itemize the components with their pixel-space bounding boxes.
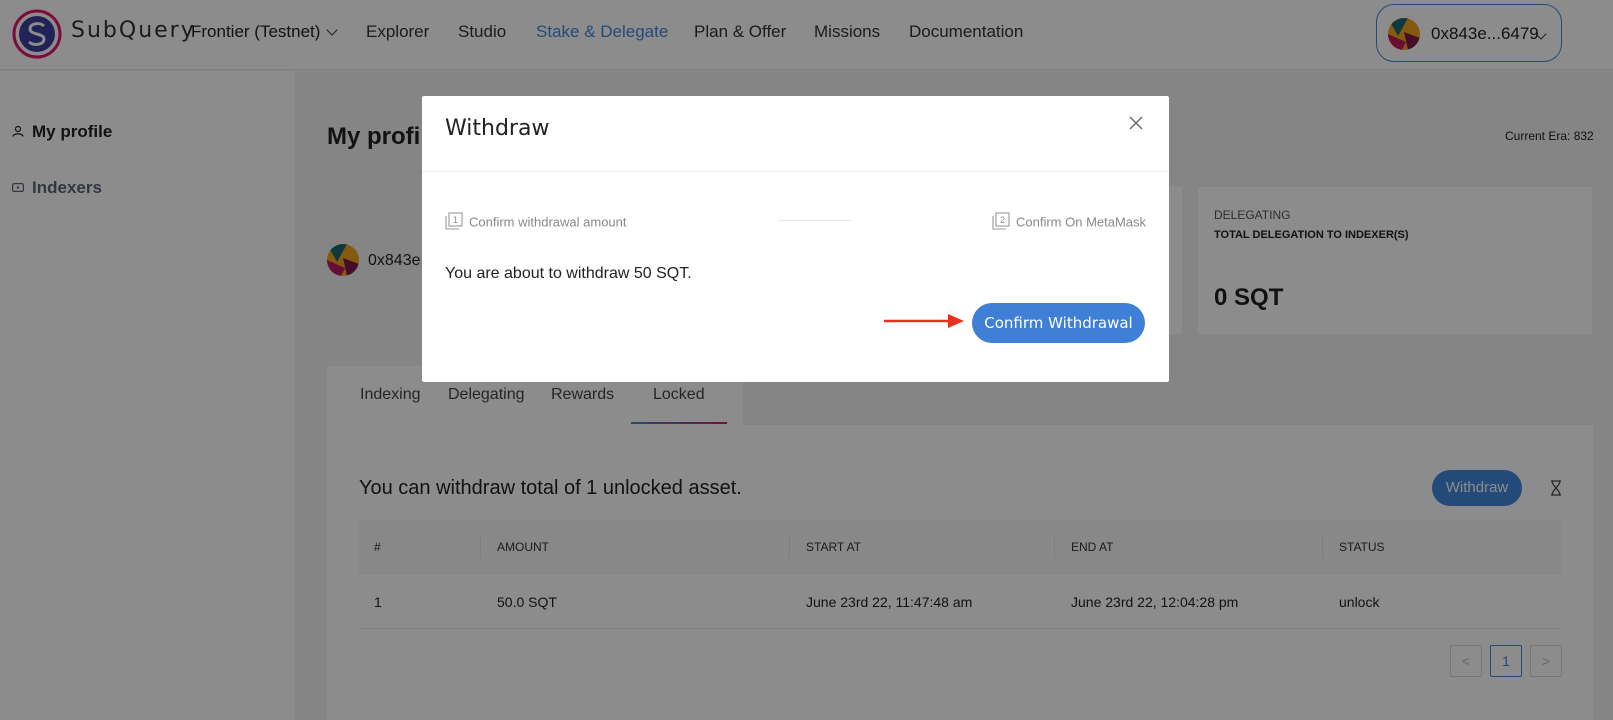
withdraw-modal: Withdraw 1 Confirm withdrawal amount 2 C…	[422, 96, 1169, 382]
confirm-withdrawal-button[interactable]: Confirm Withdrawal	[972, 303, 1145, 343]
step-2-icon: 2	[992, 212, 1010, 230]
arrow-right-icon	[884, 314, 964, 328]
modal-title: Withdraw	[445, 116, 550, 141]
step-connector	[779, 220, 851, 221]
step-1-number: 1	[453, 215, 458, 225]
modal-header: Withdraw	[422, 96, 1169, 172]
step-1: 1 Confirm withdrawal amount	[445, 212, 627, 232]
step-2-label: Confirm On MetaMask	[1016, 214, 1147, 230]
step-1-label: Confirm withdrawal amount	[469, 214, 627, 230]
step-2: 2 Confirm On MetaMask	[992, 212, 1147, 232]
close-icon[interactable]	[1126, 113, 1146, 133]
step-1-icon: 1	[445, 212, 463, 230]
withdraw-message: You are about to withdraw 50 SQT.	[445, 265, 692, 282]
step-2-number: 2	[1000, 215, 1005, 225]
